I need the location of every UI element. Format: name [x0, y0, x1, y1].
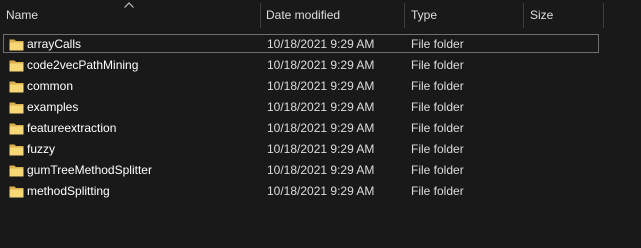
folder-icon — [9, 81, 24, 93]
column-header-bar: Name Date modified Type Size — [0, 0, 641, 31]
column-header-size[interactable]: Size — [530, 0, 553, 31]
folder-icon — [9, 102, 24, 114]
folder-icon — [9, 144, 24, 156]
file-date-modified: 10/18/2021 9:29 AM — [267, 142, 375, 156]
column-separator[interactable] — [603, 3, 604, 28]
file-date-modified: 10/18/2021 9:29 AM — [267, 79, 375, 93]
file-type: File folder — [411, 37, 464, 51]
folder-icon — [9, 186, 24, 198]
file-type: File folder — [411, 58, 464, 72]
file-row[interactable]: methodSplitting 10/18/2021 9:29 AM File … — [3, 181, 599, 200]
file-row[interactable]: arrayCalls 10/18/2021 9:29 AM File folde… — [3, 34, 599, 53]
file-type: File folder — [411, 142, 464, 156]
file-name: code2vecPathMining — [27, 58, 139, 72]
file-date-modified: 10/18/2021 9:29 AM — [267, 37, 375, 51]
column-header-date-modified[interactable]: Date modified — [266, 0, 340, 31]
file-name: fuzzy — [27, 142, 56, 156]
file-type: File folder — [411, 100, 464, 114]
column-separator[interactable] — [260, 3, 261, 28]
file-row[interactable]: common 10/18/2021 9:29 AM File folder — [3, 76, 599, 95]
folder-icon — [9, 123, 24, 135]
file-date-modified: 10/18/2021 9:29 AM — [267, 163, 375, 177]
file-type: File folder — [411, 163, 464, 177]
file-row[interactable]: featureextraction 10/18/2021 9:29 AM Fil… — [3, 118, 599, 137]
file-row[interactable]: fuzzy 10/18/2021 9:29 AM File folder — [3, 139, 599, 158]
file-name: methodSplitting — [27, 184, 110, 198]
chevron-up-icon[interactable] — [123, 1, 135, 9]
file-name: arrayCalls — [27, 37, 82, 51]
file-row[interactable]: gumTreeMethodSplitter 10/18/2021 9:29 AM… — [3, 160, 599, 179]
file-date-modified: 10/18/2021 9:29 AM — [267, 100, 375, 114]
file-type: File folder — [411, 184, 464, 198]
column-header-type[interactable]: Type — [411, 0, 437, 31]
file-date-modified: 10/18/2021 9:29 AM — [267, 121, 375, 135]
file-date-modified: 10/18/2021 9:29 AM — [267, 184, 375, 198]
column-header-name[interactable]: Name — [6, 0, 38, 31]
file-name: common — [27, 79, 74, 93]
file-type: File folder — [411, 79, 464, 93]
folder-icon — [9, 39, 24, 51]
folder-icon — [9, 165, 24, 177]
file-date-modified: 10/18/2021 9:29 AM — [267, 58, 375, 72]
column-separator[interactable] — [523, 3, 524, 28]
folder-icon — [9, 60, 24, 72]
file-row[interactable]: code2vecPathMining 10/18/2021 9:29 AM Fi… — [3, 55, 599, 74]
file-name: featureextraction — [27, 121, 117, 135]
file-name: examples — [27, 100, 79, 114]
file-row[interactable]: examples 10/18/2021 9:29 AM File folder — [3, 97, 599, 116]
column-separator[interactable] — [404, 3, 405, 28]
file-name: gumTreeMethodSplitter — [27, 163, 152, 177]
file-type: File folder — [411, 121, 464, 135]
